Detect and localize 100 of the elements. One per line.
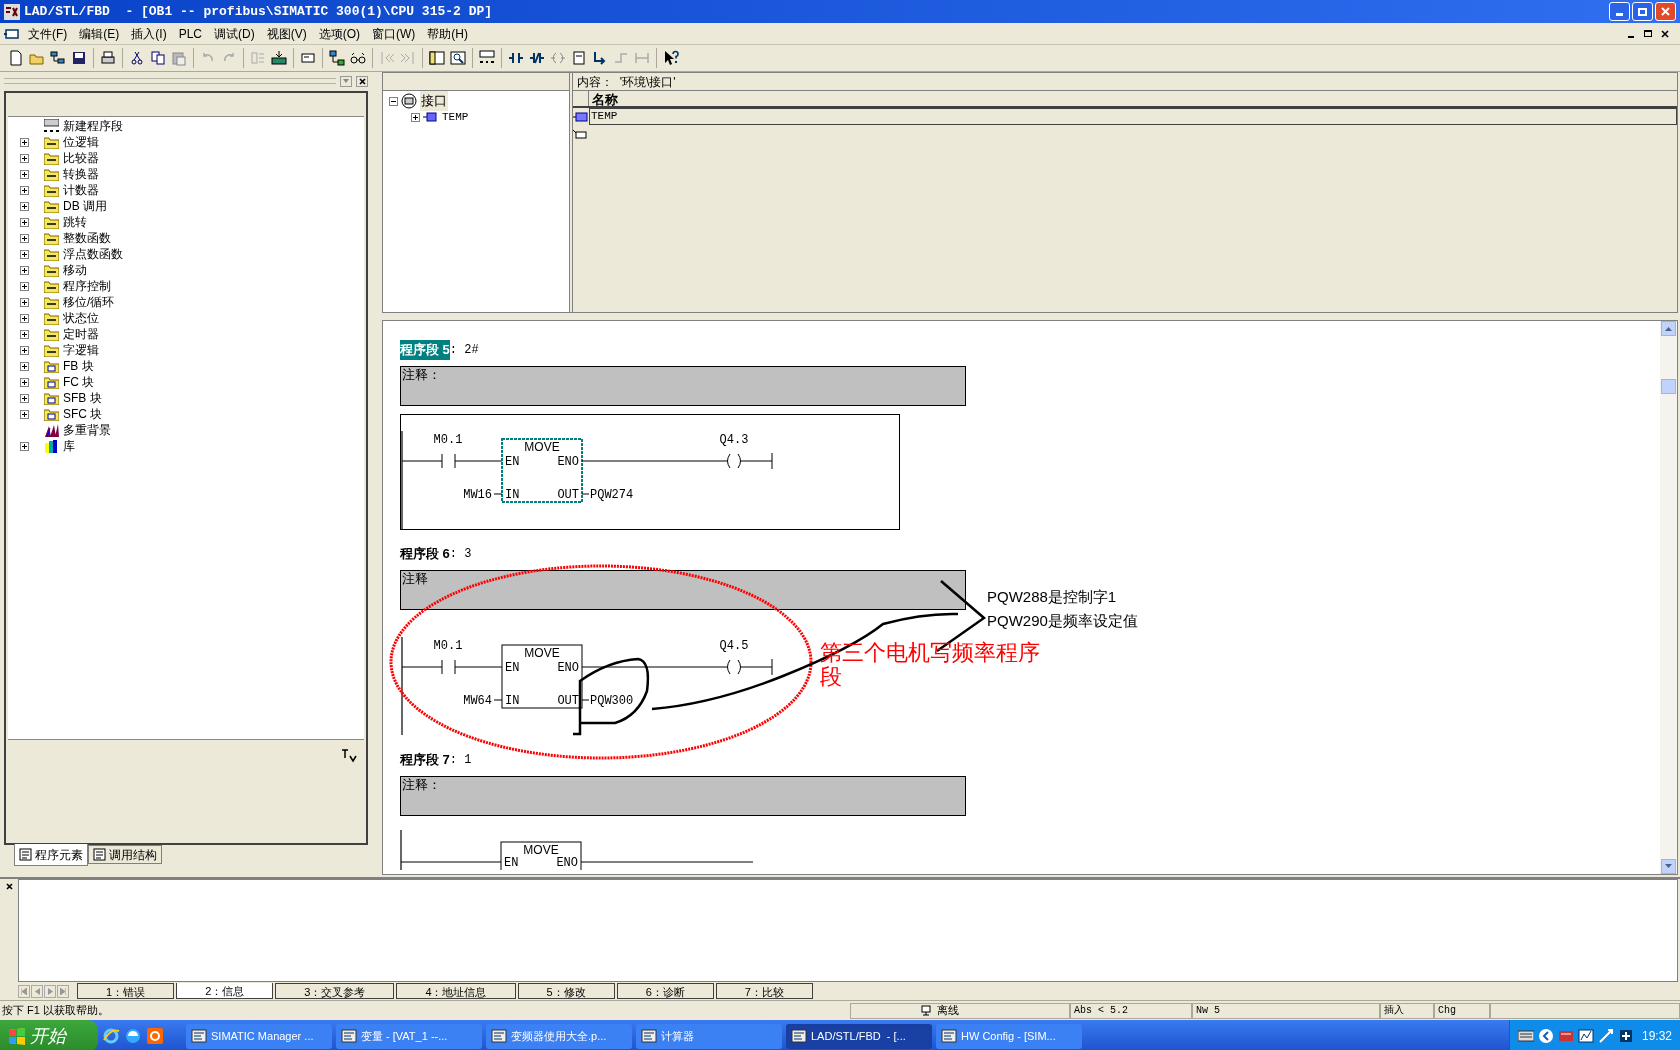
expand-icon[interactable] [20,345,29,355]
print-icon[interactable] [100,50,116,66]
window-icon[interactable] [491,1028,507,1044]
start-button[interactable]: 开始 [0,1020,98,1050]
tree-item[interactable]: 位逻辑 [63,133,99,151]
tree-item[interactable]: FC 块 [63,373,95,391]
panel-layout-icon[interactable] [429,50,445,66]
window-icon[interactable] [941,1028,957,1044]
tree-item[interactable]: 计数器 [63,181,99,199]
panel-tab[interactable]: 程序元素 [14,844,88,866]
tree-item[interactable]: 整数函数 [63,229,111,247]
comment-field[interactable]: 注释： [400,366,966,406]
windows-logo-icon[interactable] [8,1027,26,1045]
new-file-icon[interactable] [8,50,24,66]
glasses-icon[interactable] [350,50,366,66]
output-tab[interactable]: 7：比较 [715,983,813,999]
expand-tray-icon[interactable] [1537,1028,1554,1044]
vertical-scrollbar[interactable] [1660,321,1677,874]
taskbar-button[interactable]: 变频器使用大全.p... [486,1023,632,1049]
empty-box-icon[interactable] [571,50,587,66]
expand-icon[interactable] [20,137,29,147]
tree-item[interactable]: 库 [63,437,75,455]
tree-item[interactable]: 浮点数函数 [63,245,123,263]
expand-icon[interactable] [20,409,29,419]
expand-icon[interactable] [20,153,29,163]
browser-icon[interactable] [102,1027,120,1045]
expand-icon[interactable] [20,185,29,195]
mdi-restore-button[interactable] [1641,27,1655,40]
scroll-down-icon[interactable] [1665,864,1672,869]
network-label[interactable]: 程序段 7 [400,750,450,770]
menu-item[interactable]: 窗口(W) [366,24,422,43]
menu-item[interactable]: 文件(F) [22,24,74,43]
taskbar-button[interactable]: HW Config - [SIM... [936,1023,1082,1049]
tree-item[interactable]: 移位/循环 [63,293,115,311]
tree-item[interactable]: 新建程序段 [63,117,123,135]
app-launcher-icon[interactable] [146,1027,164,1045]
close-button[interactable] [1655,2,1676,21]
new-network-icon[interactable] [479,50,495,66]
taskbar-button[interactable]: LAD/STL/FBD - [... [786,1023,932,1049]
network-label[interactable]: 程序段 5 [400,340,450,360]
expand-icon[interactable] [20,265,29,275]
expand-icon[interactable] [20,441,29,451]
minimize-button[interactable] [1609,2,1630,21]
output-tab[interactable]: 5：修改 [517,983,615,999]
contact-icon[interactable] [508,50,524,66]
tree-item[interactable]: 转换器 [63,165,99,183]
tree-item[interactable]: 跳转 [63,213,87,231]
tree-item[interactable]: 移动 [63,261,87,279]
tree-item[interactable]: FB 块 [63,357,94,375]
browser-icon[interactable] [124,1027,142,1045]
comment-field[interactable]: 注释： [400,776,966,816]
network-label[interactable]: 程序段 6 [400,544,450,564]
output-tab[interactable]: 2：信息 [176,983,274,999]
restore-button[interactable] [1632,2,1653,21]
comment-field[interactable]: 注释 [400,570,966,610]
window-icon[interactable] [791,1028,807,1044]
output-tab[interactable]: 1：错误 [77,983,175,999]
cut-icon[interactable] [129,50,145,66]
expand-icon[interactable] [20,377,29,387]
tree-item[interactable]: 字逻辑 [63,341,99,359]
ladder-rung[interactable]: M0.1 MOVE Q4.5 EN ENO MW64 IN OUT PQW300 [401,621,781,735]
output-tab[interactable]: 6：诊断 [616,983,714,999]
expand-icon[interactable] [20,281,29,291]
tree-item[interactable]: 程序控制 [63,277,111,295]
taskbar-button[interactable]: 计算器 [636,1023,782,1049]
tree-item[interactable]: DB 调用 [63,197,107,215]
zoom-view-icon[interactable] [450,50,466,66]
menu-item[interactable]: PLC [172,24,208,43]
download-icon[interactable] [271,50,287,66]
tree-item[interactable]: 状态位 [63,309,99,327]
expand-icon[interactable] [411,112,420,122]
expand-icon[interactable] [20,297,29,307]
menu-item[interactable]: 视图(V) [260,24,313,43]
window-icon[interactable] [641,1028,657,1044]
caret-icon[interactable] [343,79,349,83]
expand-icon[interactable] [20,361,29,371]
menu-item[interactable]: 调试(D) [208,24,261,43]
tree-item[interactable]: 接口 [420,91,448,111]
taskbar-button[interactable]: SIMATIC Manager ... [186,1023,332,1049]
network-icon[interactable] [50,50,66,66]
expand-icon[interactable] [20,249,29,259]
menu-item[interactable]: 编辑(E) [73,24,126,43]
save-icon[interactable] [71,50,87,66]
expand-icon[interactable] [20,169,29,179]
coil-icon[interactable] [550,50,566,66]
window-icon[interactable] [341,1028,357,1044]
expand-icon[interactable] [20,393,29,403]
tree-item[interactable]: TEMP [442,108,469,126]
tree-item[interactable]: 定时器 [63,325,99,343]
tray-app-icon[interactable] [1577,1028,1594,1044]
expand-icon[interactable] [20,313,29,323]
expand-icon[interactable] [20,329,29,339]
copy-icon[interactable] [150,50,166,66]
expand-icon[interactable] [20,201,29,211]
output-tab[interactable]: 4：地址信息 [396,983,516,999]
panel-tab[interactable]: 调用结构 [88,845,162,864]
window-icon[interactable] [191,1028,207,1044]
menu-item[interactable]: 帮助(H) [421,24,474,43]
tree-item[interactable]: SFB 块 [63,389,102,407]
branch-open-icon[interactable] [592,50,608,66]
